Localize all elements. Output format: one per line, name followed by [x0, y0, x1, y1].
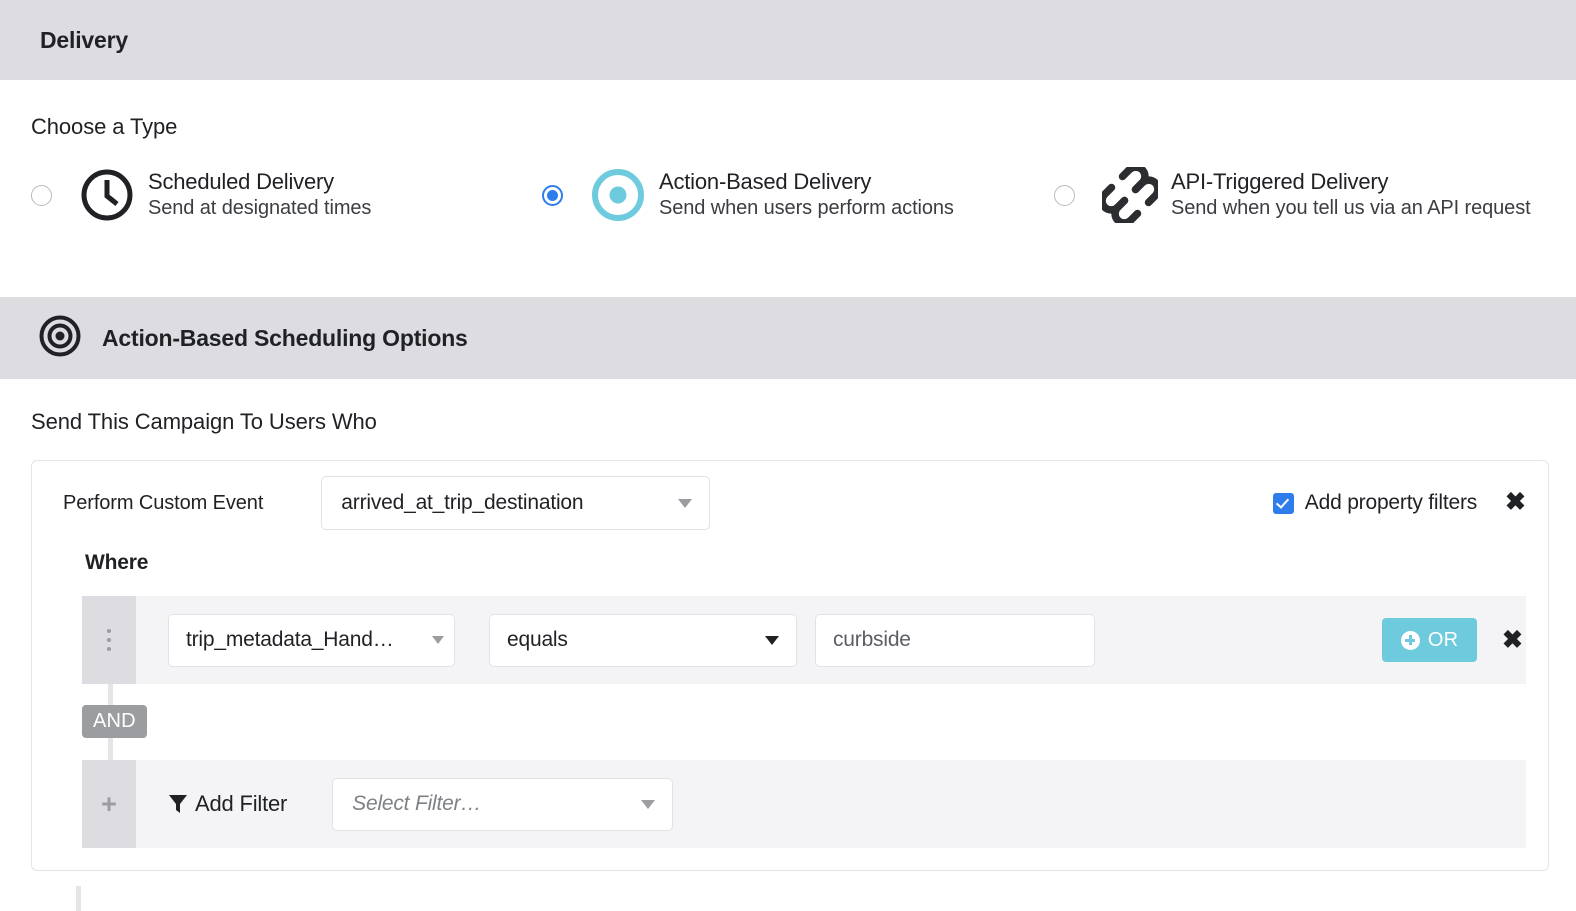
delivery-type-subtitle: Send at designated times [148, 197, 372, 220]
filter-operator-select[interactable]: equals [489, 613, 797, 667]
clock-icon [79, 167, 135, 223]
filter-row: trip_metadata_Hand… equals OR ✖ [82, 596, 1526, 684]
send-campaign-label: Send This Campaign To Users Who [31, 409, 377, 434]
scheduling-options-header: Action-Based Scheduling Options [0, 297, 1576, 379]
add-filter-handle[interactable]: + [82, 760, 136, 848]
scheduling-options-title: Action-Based Scheduling Options [102, 324, 468, 351]
chevron-down-icon [641, 800, 656, 809]
link-icon [1102, 167, 1158, 223]
scheduling-body: Send This Campaign To Users Who Perform … [0, 379, 1576, 871]
drag-dots-icon [107, 629, 111, 651]
where-label: Where [85, 551, 149, 574]
custom-event-value: arrived_at_trip_destination [341, 491, 584, 514]
chevron-down-icon [432, 636, 444, 644]
select-filter-dropdown[interactable]: Select Filter… [332, 777, 674, 831]
plus-icon: + [101, 788, 117, 819]
delivery-type-action-based[interactable]: Action-Based Delivery Send when users pe… [542, 167, 1054, 223]
radio-api-triggered-delivery[interactable] [1054, 184, 1075, 206]
add-or-condition-button[interactable]: OR [1382, 618, 1478, 662]
add-property-filters-label: Add property filters [1304, 491, 1478, 514]
filter-operator-value: equals [507, 628, 568, 651]
delivery-type-options: Scheduled Delivery Send at designated ti… [31, 167, 1576, 223]
radio-action-based-delivery[interactable] [542, 184, 563, 206]
delivery-type-scheduled[interactable]: Scheduled Delivery Send at designated ti… [31, 167, 542, 223]
add-property-filters-group[interactable]: Add property filters [1272, 491, 1478, 515]
choose-type-section: Choose a Type Scheduled Delivery Send at… [0, 80, 1576, 297]
choose-type-label: Choose a Type [31, 114, 178, 139]
plus-circle-icon [1400, 630, 1420, 650]
custom-event-row: Perform Custom Event arrived_at_trip_des… [32, 461, 1548, 545]
trigger-card: Perform Custom Event arrived_at_trip_des… [31, 460, 1549, 871]
filters-container: trip_metadata_Hand… equals OR ✖ AND [82, 596, 1526, 848]
delivery-type-subtitle: Send when you tell us via an API request [1171, 197, 1531, 220]
drag-handle[interactable] [82, 596, 136, 684]
conjunction-badge[interactable]: AND [82, 705, 147, 738]
card-tail-connector [76, 886, 81, 911]
perform-custom-event-label: Perform Custom Event [63, 491, 264, 514]
add-filter-row: + Add Filter Select Filter… [82, 760, 1526, 848]
radio-scheduled-delivery[interactable] [31, 184, 52, 206]
remove-filter-button[interactable]: ✖ [1502, 627, 1523, 653]
add-property-filters-checkbox[interactable] [1272, 492, 1294, 514]
select-filter-placeholder: Select Filter… [352, 792, 482, 815]
delivery-section-header: Delivery [0, 0, 1576, 80]
remove-trigger-button[interactable]: ✖ [1505, 489, 1526, 515]
conjunction-zone: AND [82, 684, 1526, 760]
funnel-icon [168, 793, 188, 815]
delivery-type-title: Scheduled Delivery [148, 169, 334, 195]
chevron-down-icon [678, 499, 693, 508]
filter-value-input[interactable] [815, 613, 1095, 667]
target-icon [590, 167, 646, 223]
delivery-type-api-triggered[interactable]: API-Triggered Delivery Send when you tel… [1054, 167, 1531, 223]
target-icon [38, 314, 82, 363]
or-button-label: OR [1427, 628, 1459, 651]
custom-event-select[interactable]: arrived_at_trip_destination [321, 476, 711, 530]
delivery-type-title: Action-Based Delivery [659, 169, 872, 195]
delivery-type-subtitle: Send when users perform actions [659, 197, 954, 220]
filter-property-value: trip_metadata_Hand… [186, 628, 394, 651]
chevron-down-icon [765, 636, 779, 645]
filter-property-select[interactable]: trip_metadata_Hand… [168, 613, 455, 667]
page-title: Delivery [40, 26, 128, 53]
add-filter-label: Add Filter [195, 791, 288, 816]
delivery-type-title: API-Triggered Delivery [1171, 169, 1389, 195]
